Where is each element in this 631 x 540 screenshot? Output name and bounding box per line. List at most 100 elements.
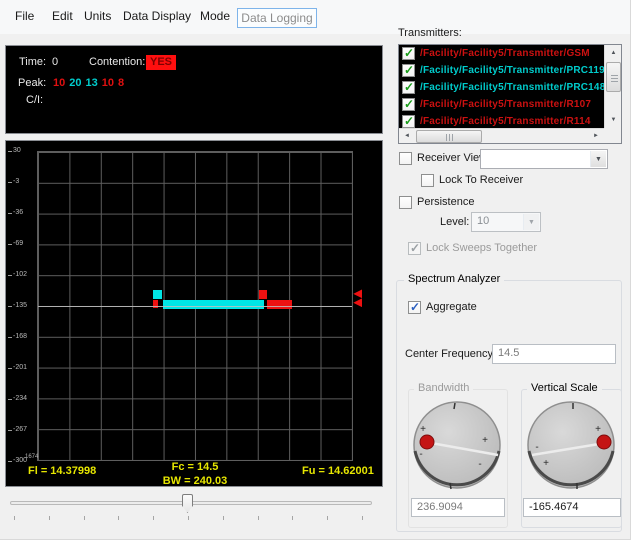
- level-label: Level:: [440, 216, 469, 228]
- peak-value: 10: [53, 77, 65, 89]
- y-axis-tick: [8, 430, 12, 431]
- menu-edit[interactable]: Edit: [52, 9, 73, 23]
- bandwidth-title: Bandwidth: [414, 382, 473, 394]
- y-axis-tick: [8, 306, 12, 307]
- transmitter-path: /Facility/Facility5/Transmitter/R114: [420, 116, 591, 127]
- vertical-scale-knob[interactable]: - + +: [525, 400, 617, 492]
- transmitter-row[interactable]: /Facility/Facility5/Transmitter/GSM: [399, 45, 604, 62]
- menu-mode[interactable]: Mode: [200, 9, 230, 23]
- y-axis-tick-label: -3: [13, 178, 37, 185]
- y-axis-tick-label: -234: [13, 395, 37, 402]
- app-window: File Edit Units Data Display Mode Data L…: [0, 0, 631, 540]
- slider-thumb[interactable]: [182, 494, 193, 513]
- transmitter-row[interactable]: /Facility/Facility5/Transmitter/PRC148: [399, 79, 604, 96]
- persistence-checkbox[interactable]: [399, 196, 412, 209]
- slider-tick: [258, 516, 259, 520]
- lock-to-receiver-label: Lock To Receiver: [439, 174, 523, 186]
- scroll-down-icon[interactable]: ▼: [605, 112, 622, 128]
- transmitter-row[interactable]: /Facility/Facility5/Transmitter/PRC119: [399, 62, 604, 79]
- lock-sweeps-checkbox: [408, 242, 421, 255]
- y-axis-tick-label: -267: [13, 426, 37, 433]
- y-axis-tick-label: -168: [13, 333, 37, 340]
- knob-plus-mark: +: [543, 458, 549, 469]
- persistence-label: Persistence: [417, 196, 474, 208]
- vertical-scale-value-field[interactable]: -165.4674: [523, 498, 621, 517]
- vscroll-thumb[interactable]: [606, 62, 621, 92]
- freq-lower-label: Fl = 14.37998: [28, 465, 96, 477]
- y-axis-tick: [8, 337, 12, 338]
- menu-data-display[interactable]: Data Display: [123, 9, 191, 23]
- y-axis-tick: [8, 151, 12, 152]
- scroll-up-icon[interactable]: ▲: [605, 45, 622, 61]
- slider-tick: [84, 516, 85, 520]
- cyan-signal-bar: [163, 300, 263, 309]
- transmitter-row[interactable]: /Facility/Facility5/Transmitter/R114: [399, 113, 604, 128]
- y-axis-tick-label: -36: [13, 209, 37, 216]
- knob-minus-mark: -: [419, 449, 422, 460]
- transmitter-checkbox[interactable]: [402, 47, 415, 60]
- center-frequency-field[interactable]: 14.5: [492, 344, 616, 364]
- horizontal-scrollbar[interactable]: ◄ ►: [399, 128, 604, 143]
- lock-to-receiver-checkbox[interactable]: [421, 174, 434, 187]
- spectrum-plot-panel: 30-3-36-69-102-135-168-201-234-267-300 F…: [5, 140, 383, 487]
- spectrum-analyzer-title: Spectrum Analyzer: [404, 273, 504, 285]
- thumb-grip-icon: [446, 134, 453, 141]
- right-arrow-marker-1: [353, 289, 362, 298]
- y-axis-tick-label: -102: [13, 271, 37, 278]
- transmitter-list[interactable]: /Facility/Facility5/Transmitter/GSM/Faci…: [398, 44, 622, 144]
- scrollbar-corner: [604, 128, 621, 143]
- lock-sweeps-label: Lock Sweeps Together: [426, 242, 537, 254]
- y-axis-tick: [8, 244, 12, 245]
- chevron-down-icon[interactable]: ▼: [590, 151, 606, 167]
- y-axis-tick: [8, 368, 12, 369]
- menu-file[interactable]: File: [15, 9, 34, 23]
- y-axis-tick-label: -201: [13, 364, 37, 371]
- menu-data-logging[interactable]: Data Logging: [237, 8, 317, 28]
- peak-value: 13: [86, 77, 98, 89]
- transmitter-checkbox[interactable]: [402, 81, 415, 94]
- receiver-view-checkbox[interactable]: [399, 152, 412, 165]
- transmitter-checkbox[interactable]: [402, 64, 415, 77]
- scroll-left-icon[interactable]: ◄: [399, 129, 415, 144]
- aggregate-checkbox[interactable]: [408, 301, 421, 314]
- knob-minus-mark: -: [535, 442, 538, 453]
- slider-tick: [223, 516, 224, 520]
- knob-plus-mark: +: [482, 435, 488, 446]
- time-label: Time:: [19, 56, 46, 68]
- knob-plus-mark: +: [595, 424, 601, 435]
- knob-plus-mark: +: [420, 424, 426, 435]
- knob-tick: [454, 403, 455, 409]
- peak-value: 8: [118, 77, 124, 89]
- red-peak-marker: [259, 290, 267, 299]
- transmitter-checkbox[interactable]: [402, 98, 415, 111]
- transmitter-row[interactable]: /Facility/Facility5/Transmitter/R107: [399, 96, 604, 113]
- transmitter-path: /Facility/Facility5/Transmitter/R107: [420, 99, 591, 110]
- chevron-down-icon: ▼: [523, 214, 539, 230]
- transmitter-path: /Facility/Facility5/Transmitter/GSM: [420, 48, 590, 59]
- knob-red-dot[interactable]: [597, 435, 611, 449]
- freq-center-label: Fc = 14.5: [137, 461, 253, 473]
- slider-tick: [292, 516, 293, 520]
- transmitter-path: /Facility/Facility5/Transmitter/PRC148: [420, 82, 604, 93]
- receiver-view-dropdown[interactable]: ▼: [480, 149, 608, 169]
- transmitter-checkbox[interactable]: [402, 115, 415, 128]
- slider-tick: [14, 516, 15, 520]
- freq-upper-label: Fu = 14.62001: [302, 465, 374, 477]
- hscroll-thumb[interactable]: [416, 130, 482, 143]
- frequency-slider[interactable]: [5, 490, 383, 532]
- slider-tick: [327, 516, 328, 520]
- bandwidth-knob[interactable]: + - + -: [411, 400, 503, 492]
- knob-red-dot[interactable]: [420, 435, 434, 449]
- vertical-scrollbar[interactable]: ▲ ▼: [604, 45, 621, 128]
- slider-tick: [362, 516, 363, 520]
- bandwidth-value-field[interactable]: 236.9094: [411, 498, 505, 517]
- scroll-right-icon[interactable]: ►: [588, 129, 604, 144]
- menu-bar: File Edit Units Data Display Mode Data L…: [0, 0, 631, 34]
- transmitters-label: Transmitters:: [398, 27, 462, 39]
- menu-units[interactable]: Units: [84, 9, 111, 23]
- peak-label: Peak:: [18, 77, 46, 89]
- level-dropdown[interactable]: 10 ▼: [471, 212, 541, 232]
- y-axis-tick: [8, 399, 12, 400]
- y-axis-tick-label: -135: [13, 302, 37, 309]
- peak-value: 10: [102, 77, 114, 89]
